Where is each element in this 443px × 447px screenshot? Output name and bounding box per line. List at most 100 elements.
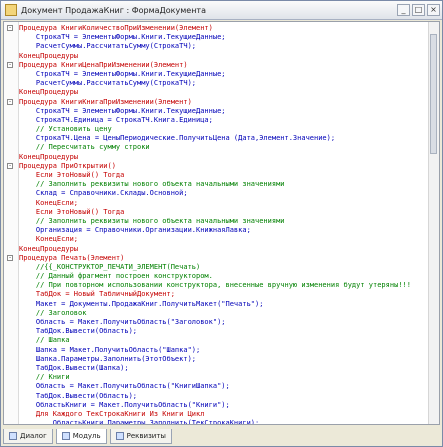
code-line-text: РасчетСуммы.РассчитатьСумму(СтрокаТЧ); xyxy=(19,42,197,51)
code-line[interactable]: //{{_КОНСТРУКТОР_ПЕЧАТИ_ЭЛЕМЕНТ(Печать) xyxy=(4,263,429,272)
code-line[interactable]: - Процедура КнигиКоличествоПриИзменении(Э… xyxy=(4,24,429,33)
code-line[interactable]: КонецЕсли; xyxy=(4,235,429,244)
tab-attributes-label: Реквизиты xyxy=(126,432,166,440)
code-line-text: Шапка.Параметры.Заполнить(ЭтотОбъект); xyxy=(19,354,197,363)
code-line[interactable]: КонецПроцедуры xyxy=(4,153,429,162)
code-line-text: Если ЭтоНовый() Тогда xyxy=(19,207,125,216)
code-lines: - Процедура КнигиКоличествоПриИзменении(Э… xyxy=(4,24,429,425)
code-line[interactable]: РасчетСуммы.РассчитатьСумму(СтрокаТЧ); xyxy=(4,79,429,88)
code-line[interactable]: // Книги xyxy=(4,373,429,382)
code-line[interactable]: СтрокаТЧ.Цена = ЦеныПериодические.Получи… xyxy=(4,134,429,143)
code-line[interactable]: Склад = Справочники.Склады.Основной; xyxy=(4,189,429,198)
code-line-text: // Заполнить реквизиты нового объекта на… xyxy=(19,216,285,225)
fold-toggle-icon[interactable]: - xyxy=(7,25,13,31)
code-line[interactable]: // Заполнить реквизиты нового объекта на… xyxy=(4,217,429,226)
code-line[interactable]: ТабДок.Вывести(Область); xyxy=(4,392,429,401)
code-line[interactable]: Область = Макет.ПолучитьОбласть("Заголов… xyxy=(4,318,429,327)
code-line-text: КонецЕсли; xyxy=(19,235,79,244)
code-line[interactable]: РасчетСуммы.РассчитатьСумму(СтрокаТЧ); xyxy=(4,42,429,51)
code-line[interactable]: СтрокаТЧ.Единица = СтрокаТЧ.Книга.Единиц… xyxy=(4,116,429,125)
code-line[interactable]: КонецПроцедуры xyxy=(4,88,429,97)
attributes-icon xyxy=(115,432,124,440)
code-line-text: Процедура КнигиКнигаПриИзменении(Элемент… xyxy=(19,97,192,106)
tab-module[interactable]: Модуль xyxy=(55,429,107,444)
code-line[interactable]: // Шапка xyxy=(4,336,429,345)
code-line-text: ТабДок.Вывести(Область); xyxy=(19,391,138,400)
code-line[interactable]: КонецЕсли; xyxy=(4,199,429,208)
code-line[interactable]: // При повторном использовании конструкт… xyxy=(4,281,429,290)
fold-toggle-icon[interactable]: - xyxy=(7,61,13,68)
code-line[interactable]: - Процедура КнигиКнигаПриИзменении(Элемен… xyxy=(4,98,429,107)
code-line-text: КонецЕсли; xyxy=(19,198,79,207)
code-line-text: КонецПроцедуры xyxy=(19,88,79,97)
tab-attributes[interactable]: Реквизиты xyxy=(109,429,172,444)
code-line-text: СтрокаТЧ = ЭлементыФормы.Книги.ТекущиеДа… xyxy=(19,106,226,115)
code-line-text: КонецПроцедуры xyxy=(19,51,79,60)
code-line-text: // При повторном использовании конструкт… xyxy=(19,281,411,290)
code-line-text: Процедура Печать(Элемент) xyxy=(19,253,125,262)
code-line-text: Процедура ПриОткрытии() xyxy=(19,161,116,170)
code-line-text: ТабДок.Вывести(Шапка); xyxy=(19,363,129,372)
code-line[interactable]: // Пересчитать сумму строки xyxy=(4,143,429,152)
code-line[interactable]: СтрокаТЧ = ЭлементыФормы.Книги.ТекущиеДа… xyxy=(4,70,429,79)
code-line[interactable]: - Процедура Печать(Элемент) xyxy=(4,254,429,263)
code-line[interactable]: СтрокаТЧ = ЭлементыФормы.Книги.ТекущиеДа… xyxy=(4,107,429,116)
code-line-text: // Пересчитать сумму строки xyxy=(19,143,150,152)
code-line[interactable]: Организация = Справочники.Организации.Кн… xyxy=(4,226,429,235)
fold-toggle-icon[interactable]: - xyxy=(7,254,13,261)
module-code-editor[interactable]: - Процедура КнигиКоличествоПриИзменении(Э… xyxy=(3,21,440,425)
code-line-text: Процедура КнигиЦенаПриИзменении(Элемент) xyxy=(19,60,188,69)
code-line-text: // Шапка xyxy=(19,336,70,345)
code-line[interactable]: ОбластьКниги.Параметры.Заполнить(ТекСтро… xyxy=(4,419,429,425)
code-line[interactable]: Шапка.Параметры.Заполнить(ЭтотОбъект); xyxy=(4,355,429,364)
code-line-text: //{{_КОНСТРУКТОР_ПЕЧАТИ_ЭЛЕМЕНТ(Печать) xyxy=(19,262,201,271)
title-bar: Документ ПродажаКниг : ФормаДокумента _ … xyxy=(1,1,442,20)
code-line[interactable]: Макет = Документы.ПродажаКниг.ПолучитьМа… xyxy=(4,300,429,309)
maximize-button[interactable]: □ xyxy=(412,4,425,16)
code-line-text: ОбластьКниги = Макет.ПолучитьОбласть("Кн… xyxy=(19,400,230,409)
minimize-button[interactable]: _ xyxy=(397,4,410,16)
code-line-text: ОбластьКниги.Параметры.Заполнить(ТекСтро… xyxy=(19,419,260,425)
code-line[interactable]: // Установить цену xyxy=(4,125,429,134)
close-button[interactable]: × xyxy=(427,4,440,16)
tab-dialog-label: Диалог xyxy=(20,432,47,440)
vertical-scrollbar[interactable] xyxy=(428,22,439,424)
code-line-text: Организация = Справочники.Организации.Кн… xyxy=(19,226,251,235)
code-line[interactable]: КонецПроцедуры xyxy=(4,245,429,254)
scrollbar-thumb[interactable] xyxy=(430,34,437,154)
code-line[interactable]: - Процедура ПриОткрытии() xyxy=(4,162,429,171)
code-line[interactable]: ТабДок.Вывести(Область); xyxy=(4,327,429,336)
code-line[interactable]: Если ЭтоНовый() Тогда xyxy=(4,171,429,180)
code-line-text: Если ЭтоНовый() Тогда xyxy=(19,171,125,179)
code-line[interactable]: Если ЭтоНовый() Тогда xyxy=(4,208,429,217)
code-line[interactable]: - Процедура КнигиЦенаПриИзменении(Элемент… xyxy=(4,61,429,70)
code-line-text: СтрокаТЧ.Цена = ЦеныПериодические.Получи… xyxy=(19,134,336,143)
code-line[interactable]: Шапка = Макет.ПолучитьОбласть("Шапка"); xyxy=(4,346,429,355)
code-line-text: Для Каждого ТекСтрокаКниги Из Книги Цикл xyxy=(19,409,205,418)
code-line[interactable]: // Данный фрагмент построен конструкторо… xyxy=(4,272,429,281)
code-line-text: // Книги xyxy=(19,373,70,382)
code-line[interactable]: КонецПроцедуры xyxy=(4,52,429,61)
tab-module-label: Модуль xyxy=(72,432,101,440)
code-line[interactable]: ТабДок.Вывести(Шапка); xyxy=(4,364,429,373)
code-line[interactable]: // Заголовок xyxy=(4,309,429,318)
dialog-icon xyxy=(9,432,17,440)
code-line[interactable]: // Заполнить реквизиты нового объекта на… xyxy=(4,180,429,189)
code-line-text: СтрокаТЧ = ЭлементыФормы.Книги.ТекущиеДа… xyxy=(19,69,226,78)
code-line[interactable]: ОбластьКниги = Макет.ПолучитьОбласть("Кн… xyxy=(4,401,429,410)
module-icon xyxy=(61,432,70,440)
code-line-text: // Заголовок xyxy=(19,308,87,317)
code-line[interactable]: СтрокаТЧ = ЭлементыФормы.Книги.ТекущиеДа… xyxy=(4,33,429,42)
fold-toggle-icon[interactable]: - xyxy=(7,162,13,169)
fold-toggle-icon[interactable]: - xyxy=(7,98,13,105)
code-line-text: ТабДок = Новый ТабличныйДокумент; xyxy=(19,290,175,299)
code-line[interactable]: ТабДок = Новый ТабличныйДокумент; xyxy=(4,290,429,299)
code-line[interactable]: Для Каждого ТекСтрокаКниги Из Книги Цикл xyxy=(4,410,429,419)
code-line[interactable]: Область = Макет.ПолучитьОбласть("КнигиШа… xyxy=(4,382,429,391)
tab-dialog[interactable]: Диалог xyxy=(3,429,53,444)
code-line-text: // Установить цену xyxy=(19,125,112,134)
code-line-text: Процедура КнигиКоличествоПриИзменении(Эл… xyxy=(19,24,213,32)
document-form-window: Документ ПродажаКниг : ФормаДокумента _ … xyxy=(0,0,443,447)
document-icon xyxy=(5,4,17,16)
code-line-text: СтрокаТЧ = ЭлементыФормы.Книги.ТекущиеДа… xyxy=(19,33,226,42)
